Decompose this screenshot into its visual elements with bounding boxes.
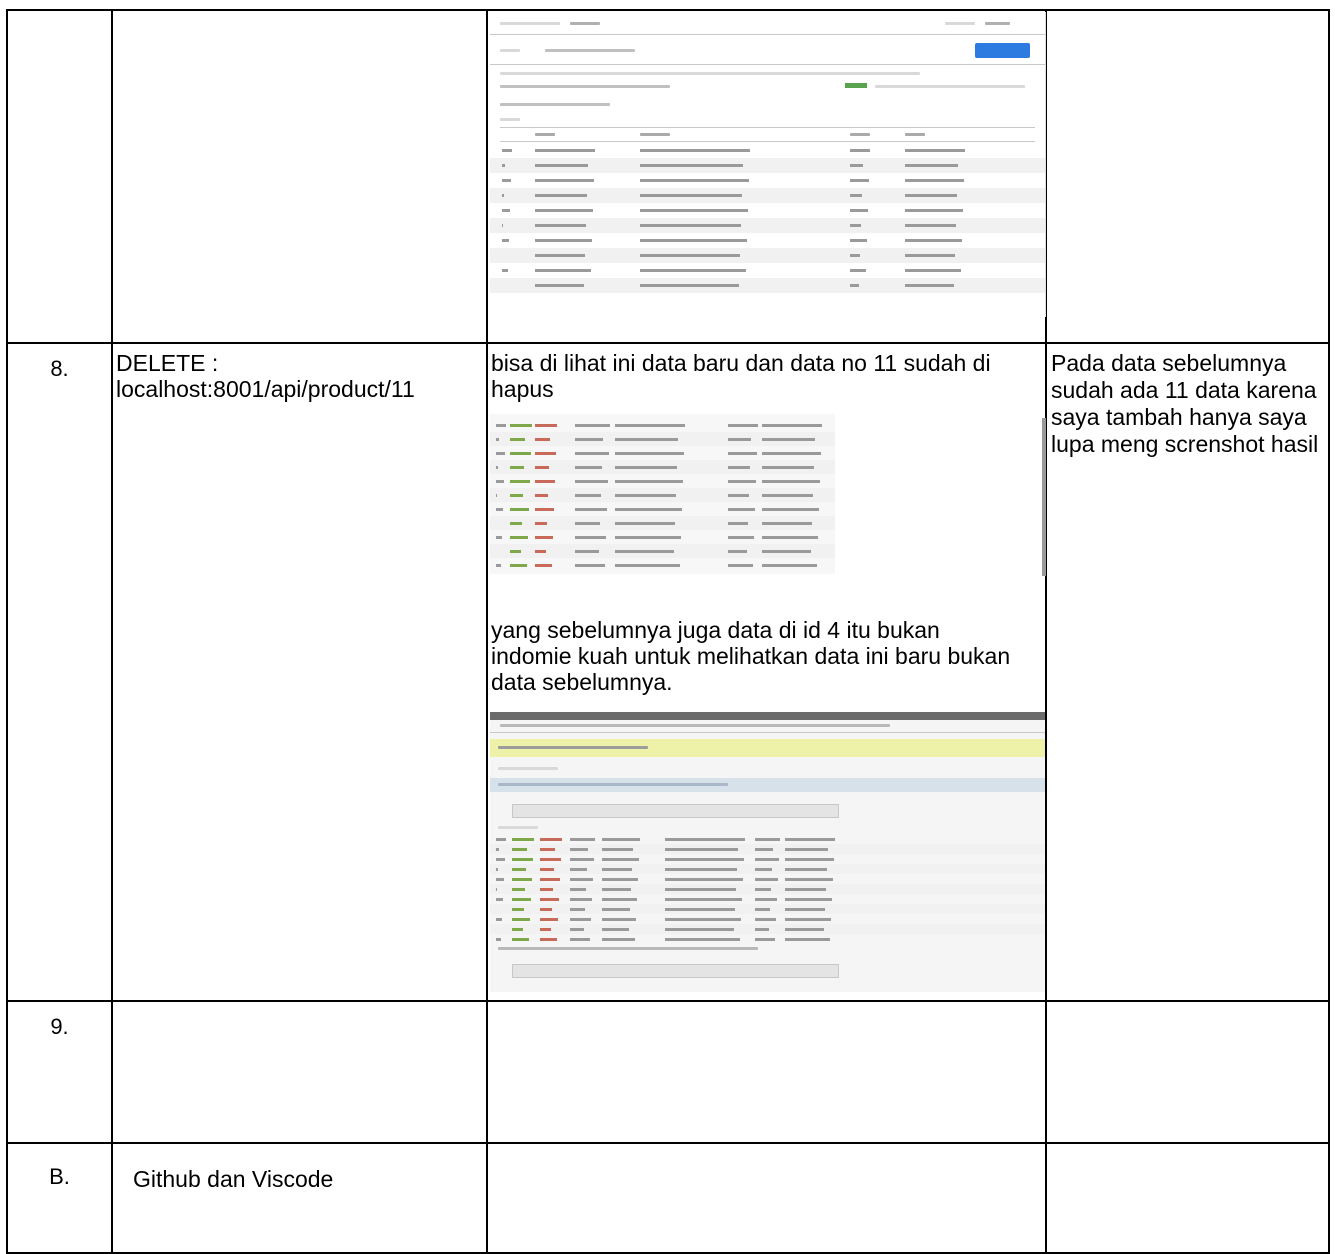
scrollbar-icon (1042, 418, 1046, 576)
result-cell (486, 1000, 1047, 1144)
screenshot-row (490, 874, 1045, 884)
result-caption-1: bisa di lihat ini data baru dan data no … (491, 350, 991, 402)
request-cell: Github dan Viscode (111, 1142, 488, 1254)
request-cell (111, 9, 488, 344)
table-row: B. Github dan Viscode (6, 1142, 1330, 1254)
screenshot-row (490, 203, 1045, 218)
screenshot-row (490, 854, 1045, 864)
screenshot-row (490, 502, 835, 516)
screenshot-row (490, 418, 835, 432)
screenshot-row (490, 173, 1045, 188)
row-number (6, 9, 113, 344)
screenshot-row (490, 914, 1045, 924)
phpmyadmin-table-screenshot (490, 414, 835, 574)
screenshot-row (490, 904, 1045, 914)
note-cell (1045, 1142, 1330, 1254)
row-number: 9. (6, 1000, 113, 1144)
screenshot-row (490, 516, 835, 530)
screenshot-row (490, 924, 1045, 934)
screenshot-row (490, 218, 1045, 233)
screenshot-row (490, 158, 1045, 173)
screenshot-row (490, 143, 1045, 158)
result-caption-2: yang sebelumnya juga data di id 4 itu bu… (491, 617, 1011, 695)
screenshot-row (490, 530, 835, 544)
screenshot-row (490, 460, 835, 474)
screenshot-row (490, 488, 835, 502)
screenshot-row (490, 894, 1045, 904)
screenshot-row (490, 864, 1045, 874)
screenshot-row (490, 278, 1045, 293)
screenshot-row (490, 544, 835, 558)
screenshot-row (490, 233, 1045, 248)
note-cell (1045, 9, 1330, 344)
row-number: 8. (6, 342, 113, 1002)
screenshot-row (490, 263, 1045, 278)
screenshot-row (490, 558, 835, 572)
send-button-icon (975, 43, 1030, 58)
screenshot-row (490, 474, 835, 488)
screenshot-row (490, 884, 1045, 894)
table-row: 9. (6, 1000, 1330, 1144)
screenshot-row (490, 446, 835, 460)
note-cell (1045, 1000, 1330, 1144)
screenshot-row (490, 844, 1045, 854)
screenshot-row (490, 934, 1045, 944)
screenshot-row (490, 834, 1045, 844)
phpmyadmin-browse-screenshot (490, 712, 1045, 992)
screenshot-row (490, 432, 835, 446)
api-client-screenshot (490, 12, 1046, 317)
request-cell: DELETE : localhost:8001/api/product/11 (111, 342, 488, 1002)
row-number: B. (6, 1142, 113, 1254)
note-cell: Pada data sebelumnya sudah ada 11 data k… (1045, 342, 1330, 1002)
screenshot-row (490, 248, 1045, 263)
request-cell (111, 1000, 488, 1144)
result-cell (486, 1142, 1047, 1254)
screenshot-row (490, 188, 1045, 203)
